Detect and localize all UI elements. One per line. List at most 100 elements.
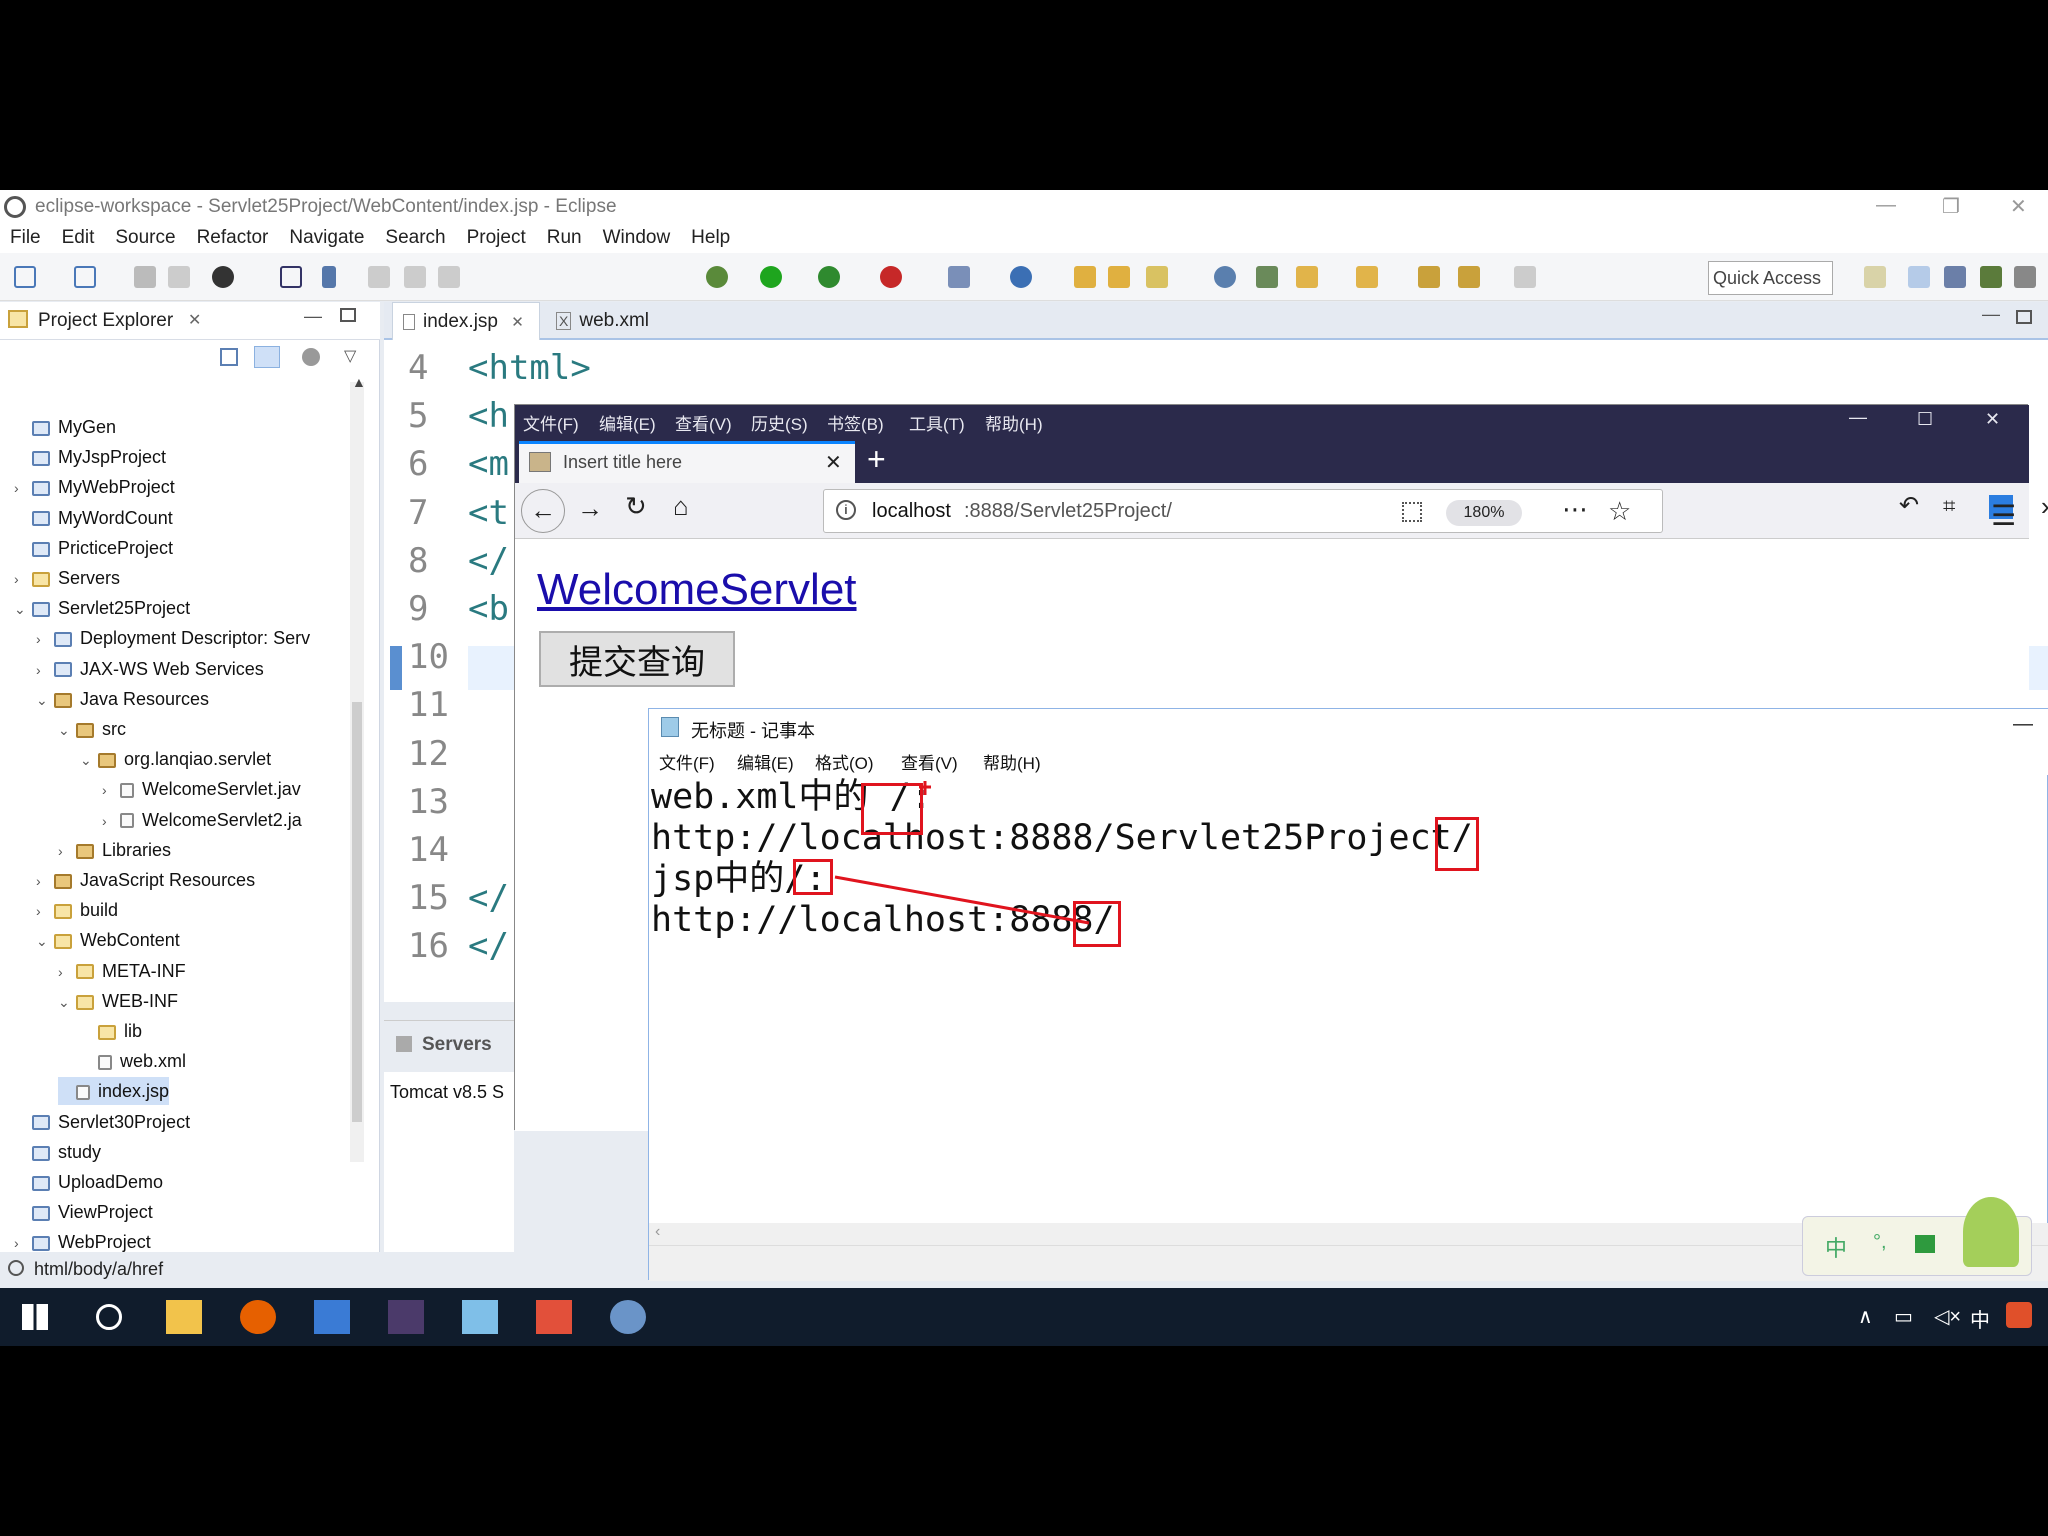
git-perspective-icon[interactable]: [2014, 266, 2036, 288]
ff-maximize-icon[interactable]: ☐: [1917, 409, 1933, 430]
ff-close-icon[interactable]: ✕: [1985, 409, 2000, 430]
tree-item[interactable]: › MyWebProject: [14, 473, 175, 501]
notepad-taskbar-icon[interactable]: [462, 1300, 498, 1334]
eclipse-taskbar-icon[interactable]: [388, 1300, 424, 1334]
tree-item[interactable]: ⌄ src: [58, 715, 126, 743]
save-all-icon[interactable]: [168, 266, 190, 288]
expand-chevron-icon[interactable]: ›: [58, 958, 76, 986]
new-icon[interactable]: [14, 266, 36, 288]
resume-icon[interactable]: [368, 266, 390, 288]
skip-breakpoints-icon[interactable]: [322, 266, 336, 288]
start-windows-icon[interactable]: [22, 1304, 48, 1330]
ff-minimize-icon[interactable]: —: [1849, 407, 1867, 428]
java-ee-perspective-icon[interactable]: [1908, 266, 1930, 288]
ff-menu-tools[interactable]: 工具(T): [909, 410, 965, 435]
prev-annotation-icon[interactable]: [1356, 266, 1378, 288]
submit-query-button[interactable]: 提交查询: [539, 631, 735, 687]
expand-chevron-icon[interactable]: ⌄: [36, 927, 54, 955]
expand-chevron-icon[interactable]: ›: [14, 474, 32, 502]
site-info-icon[interactable]: i: [836, 500, 856, 520]
tree-item[interactable]: › JavaScript Resources: [36, 866, 255, 894]
forward-icon[interactable]: →: [577, 493, 603, 524]
last-edit-icon[interactable]: [1418, 266, 1440, 288]
url-bar[interactable]: i localhost :8888/Servlet25Project/ 180%…: [823, 489, 1663, 533]
new-tab-icon[interactable]: +: [867, 441, 886, 478]
expand-chevron-icon[interactable]: ›: [102, 776, 120, 804]
menu-edit[interactable]: Edit: [62, 223, 95, 253]
overflow-icon[interactable]: »: [2041, 491, 2048, 522]
scrollbar-thumb[interactable]: [352, 702, 362, 1122]
paint-icon[interactable]: [610, 1300, 646, 1334]
menu-search[interactable]: Search: [385, 223, 445, 253]
tree-item[interactable]: study: [14, 1138, 101, 1166]
cortana-search-icon[interactable]: [96, 1304, 122, 1330]
back-icon[interactable]: ←: [521, 489, 565, 533]
volume-icon[interactable]: ◁×: [1934, 1304, 1961, 1329]
qr-code-icon[interactable]: [1402, 502, 1422, 522]
file-explorer-icon[interactable]: [166, 1300, 202, 1334]
home-icon[interactable]: ⌂: [673, 491, 689, 522]
tree-item[interactable]: ⌄ WebContent: [36, 926, 180, 954]
expand-chevron-icon[interactable]: ›: [36, 625, 54, 653]
ime-mode[interactable]: 中: [1825, 1231, 1847, 1263]
undo-icon[interactable]: ↶: [1899, 491, 1919, 520]
menu-refactor[interactable]: Refactor: [197, 223, 269, 253]
tree-item[interactable]: › META-INF: [58, 957, 186, 985]
tree-item[interactable]: › JAX-WS Web Services: [36, 655, 264, 683]
menu-navigate[interactable]: Navigate: [289, 223, 364, 253]
close-icon[interactable]: ✕: [2010, 194, 2027, 219]
ff-menu-icon[interactable]: ☰: [1991, 499, 2016, 532]
debug-perspective-icon[interactable]: [1980, 266, 2002, 288]
open-task-icon[interactable]: [1108, 266, 1130, 288]
expand-chevron-icon[interactable]: ›: [36, 897, 54, 925]
minimize-editor-icon[interactable]: —: [1982, 304, 2000, 325]
tree-item[interactable]: MyJspProject: [14, 443, 166, 471]
sogou-ime-icon[interactable]: [2006, 1302, 2032, 1328]
new-server-icon[interactable]: [948, 266, 970, 288]
back-icon[interactable]: [1458, 266, 1480, 288]
server-row[interactable]: Tomcat v8.5 S: [390, 1082, 504, 1103]
view-menu-icon[interactable]: ▽: [344, 346, 356, 366]
welcome-servlet-link[interactable]: WelcomeServlet: [537, 565, 857, 615]
close-view-icon[interactable]: ✕: [188, 310, 201, 330]
ff-menu-bookmarks[interactable]: 书签(B): [827, 410, 884, 435]
quick-access-input[interactable]: Quick Access: [1708, 261, 1833, 295]
restore-icon[interactable]: ❐: [1942, 194, 1960, 219]
bookmark-star-icon[interactable]: ☆: [1608, 496, 1631, 527]
tree-item[interactable]: MyWordCount: [14, 504, 173, 532]
next-annotation-icon[interactable]: [1296, 266, 1318, 288]
tree-item[interactable]: ⌄ Servlet25Project: [14, 594, 190, 622]
tree-item[interactable]: ⌄ WEB-INF: [58, 987, 178, 1015]
filters-icon[interactable]: [302, 348, 320, 366]
ff-menu-edit[interactable]: 编辑(E): [599, 410, 656, 435]
forward-icon[interactable]: [1514, 266, 1536, 288]
expand-chevron-icon[interactable]: ›: [58, 837, 76, 865]
external-tools-icon[interactable]: [880, 266, 902, 288]
crop-icon[interactable]: ⌗: [1943, 493, 1955, 519]
tab-web-xml[interactable]: Xweb.xml: [546, 302, 686, 340]
java-perspective-icon[interactable]: [1944, 266, 1966, 288]
server-icon[interactable]: [280, 266, 302, 288]
tree-item[interactable]: › WelcomeServlet.jav: [102, 775, 301, 803]
tree-item[interactable]: › WelcomeServlet2.ja: [102, 806, 302, 834]
ff-menu-help[interactable]: 帮助(H): [985, 410, 1043, 435]
tree-item[interactable]: › Deployment Descriptor: Serv: [36, 624, 310, 652]
zoom-level[interactable]: 180%: [1446, 500, 1522, 526]
menu-file[interactable]: File: [10, 223, 41, 253]
page-actions-icon[interactable]: ⋯: [1562, 494, 1588, 525]
tree-item[interactable]: › Libraries: [58, 836, 171, 864]
minimize-view-icon[interactable]: —: [304, 306, 322, 327]
scroll-up-icon[interactable]: ▲: [352, 374, 366, 390]
expand-chevron-icon[interactable]: ›: [36, 867, 54, 895]
tab-index-jsp[interactable]: index.jsp ✕: [392, 302, 540, 340]
tree-item[interactable]: Servlet30Project: [14, 1108, 190, 1136]
tree-item[interactable]: › build: [36, 896, 118, 924]
new-project-icon[interactable]: [74, 266, 96, 288]
expand-chevron-icon[interactable]: ›: [102, 807, 120, 835]
tree-item[interactable]: web.xml: [80, 1047, 186, 1075]
web-browser-icon[interactable]: [1214, 266, 1236, 288]
debug-icon[interactable]: [706, 266, 728, 288]
tree-item[interactable]: ⌄ org.lanqiao.servlet: [80, 745, 271, 773]
expand-chevron-icon[interactable]: ⌄: [58, 716, 76, 744]
maximize-editor-icon[interactable]: [2016, 310, 2032, 324]
